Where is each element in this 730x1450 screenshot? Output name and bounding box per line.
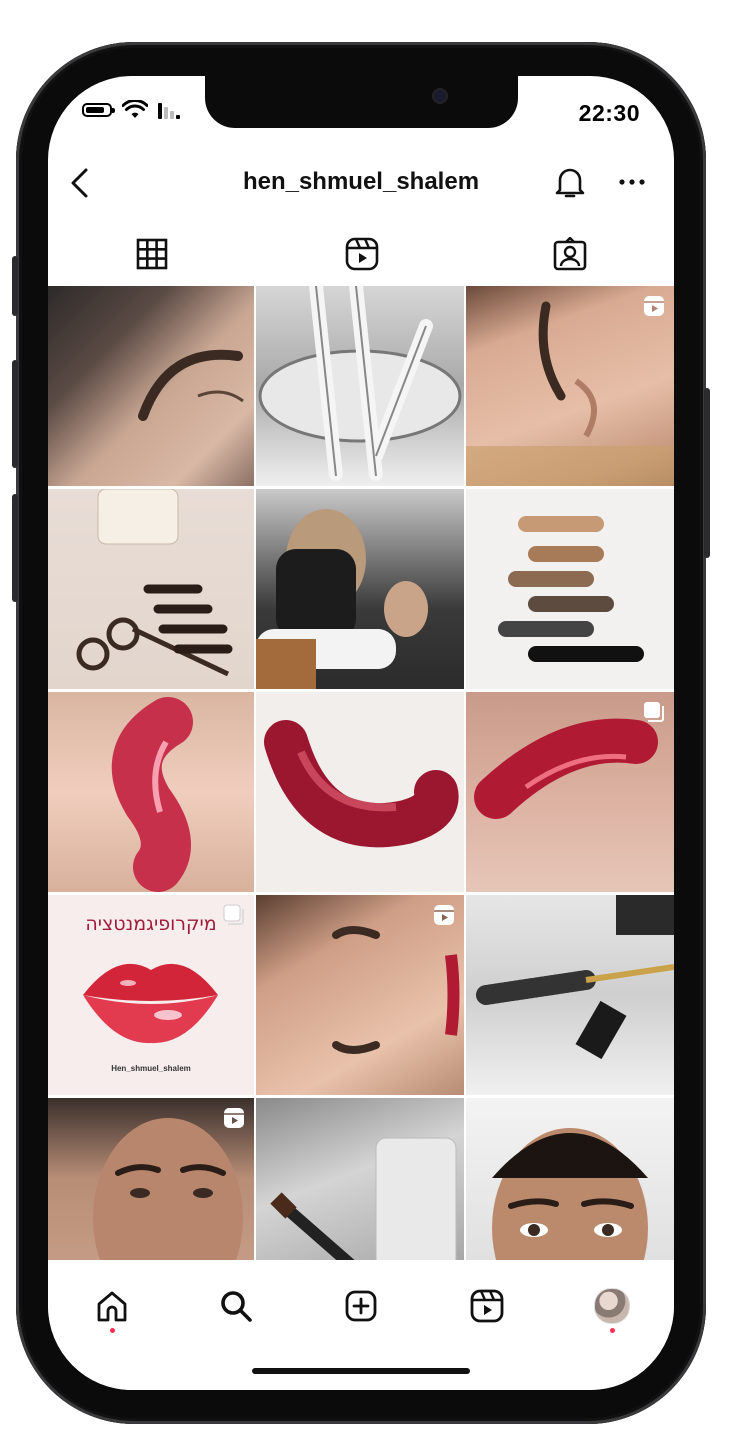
search-icon (221, 1291, 252, 1322)
status-time: 22:30 (578, 100, 640, 126)
home-indicator[interactable] (252, 1368, 470, 1374)
reel-badge (642, 294, 666, 318)
tab-reels[interactable] (332, 226, 392, 282)
grid-post[interactable] (466, 692, 674, 892)
grid-post[interactable] (466, 895, 674, 1095)
grid-post[interactable] (256, 286, 464, 486)
grid-icon (136, 238, 168, 270)
wifi-icon (122, 100, 148, 118)
notifications-button[interactable] (552, 164, 588, 200)
camera (434, 90, 446, 102)
more-icon (619, 179, 645, 185)
posts-grid: מיקרופיגמנטציה Hen_shmuel_shalem (48, 286, 674, 1298)
grid-post[interactable] (48, 286, 254, 486)
nav-notification-dot (610, 1328, 615, 1333)
reels-icon (470, 1289, 504, 1323)
side-button (12, 256, 18, 316)
more-options-button[interactable] (614, 164, 650, 200)
grid-post[interactable] (256, 489, 464, 689)
nav-search[interactable] (212, 1282, 260, 1330)
profile-avatar (594, 1288, 630, 1324)
grid-post[interactable] (466, 286, 674, 486)
grid-post[interactable] (256, 692, 464, 892)
post-image (111, 697, 193, 892)
grid-post[interactable] (48, 692, 254, 892)
side-button (12, 360, 18, 468)
tagged-icon (553, 237, 587, 271)
create-icon (345, 1290, 377, 1322)
reel-badge (222, 1106, 246, 1130)
status-icons (82, 100, 182, 120)
grid-post[interactable] (466, 489, 674, 689)
side-button (12, 494, 18, 602)
grid-post[interactable] (256, 895, 464, 1095)
reels-icon (434, 905, 454, 925)
home-icon (97, 1291, 127, 1322)
profile-tabs (48, 226, 674, 282)
tab-tagged[interactable] (540, 226, 600, 282)
nav-reels[interactable] (463, 1282, 511, 1330)
post-handle: Hen_shmuel_shalem (111, 1064, 191, 1073)
reels-icon (224, 1108, 244, 1128)
reel-badge (432, 903, 456, 927)
post-image (76, 489, 233, 677)
post-image (258, 286, 462, 483)
reels-icon (644, 296, 664, 316)
nav-profile[interactable] (588, 1282, 636, 1330)
carousel-badge (222, 903, 246, 927)
post-image (256, 509, 428, 689)
post-image (498, 516, 644, 662)
grid-post[interactable]: מיקרופיגמנטציה Hen_shmuel_shalem (48, 895, 254, 1095)
nav-home[interactable] (88, 1282, 136, 1330)
nav-create[interactable] (337, 1282, 385, 1330)
post-image (476, 895, 674, 1060)
carousel-icon (223, 904, 244, 925)
notch (205, 76, 518, 128)
grid-post[interactable] (48, 489, 254, 689)
post-image (138, 349, 244, 421)
tab-posts-grid[interactable] (122, 226, 182, 282)
app-screen: 22:30 hen_shmuel_shalem מיקרופיגמנטציה H… (48, 76, 674, 1390)
bell-icon (555, 168, 585, 198)
signal-icon (158, 103, 180, 119)
profile-header: hen_shmuel_shalem (48, 162, 674, 206)
carousel-badge (642, 700, 666, 724)
nav-notification-dot (110, 1328, 115, 1333)
side-button (704, 388, 710, 558)
post-image (264, 720, 459, 848)
reels-icon (345, 237, 379, 271)
carousel-icon (644, 702, 664, 722)
battery-icon (82, 103, 115, 117)
